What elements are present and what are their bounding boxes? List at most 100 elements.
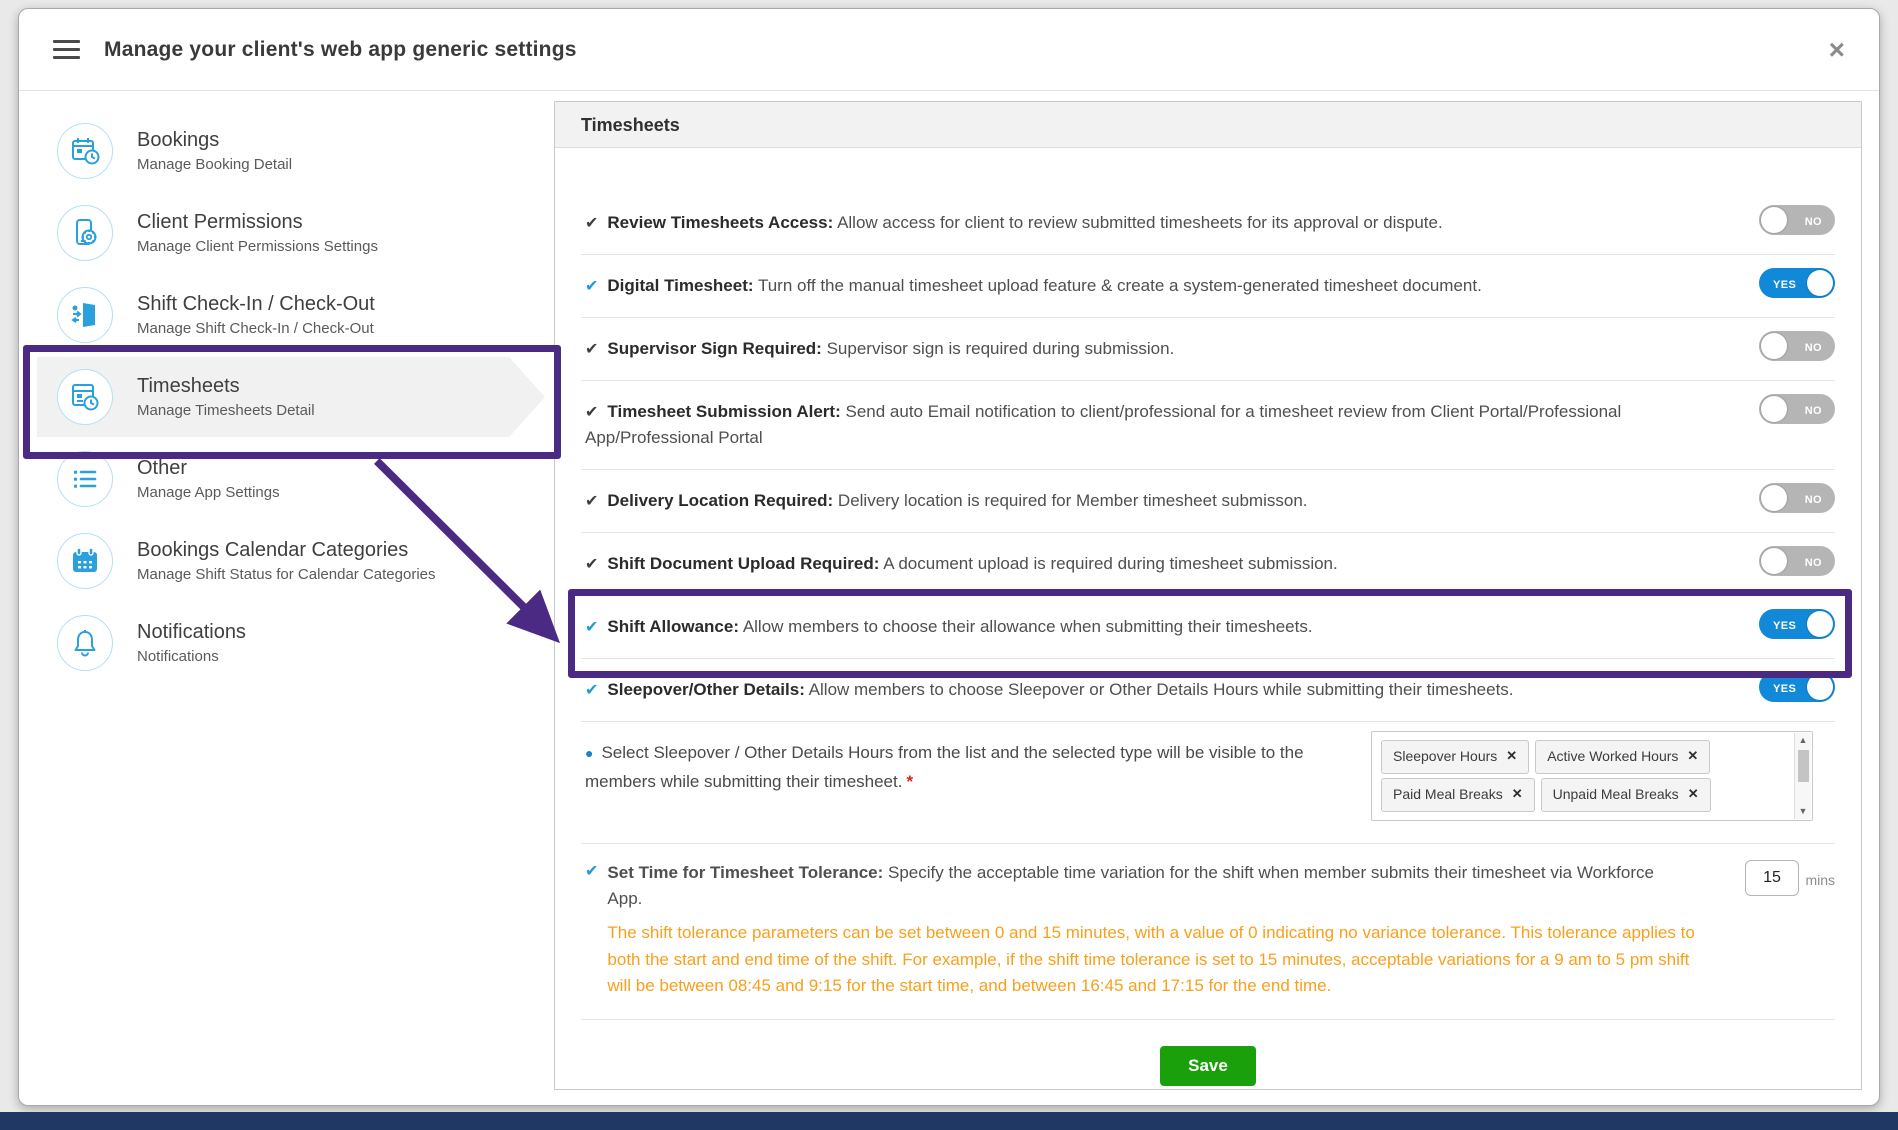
phone-gear-icon xyxy=(57,205,113,261)
sleepover-select-text: Select Sleepover / Other Details Hours f… xyxy=(585,742,1304,792)
sidebar-item-bookings[interactable]: Bookings Manage Booking Detail xyxy=(37,111,509,191)
tolerance-unit-label: mins xyxy=(1805,871,1835,888)
sidebar-item-bookings-calendar-categories[interactable]: Bookings Calendar Categories Manage Shift… xyxy=(37,521,509,601)
toggle-state-label: NO xyxy=(1804,405,1822,417)
sidebar-item-shift-check-in-check-out[interactable]: Shift Check-In / Check-Out Manage Shift C… xyxy=(37,275,509,355)
toggle-no[interactable]: NO xyxy=(1759,482,1835,513)
tag-remove-icon[interactable]: ✕ xyxy=(1688,783,1699,806)
toggle-knob xyxy=(1761,207,1787,233)
tag-remove-icon[interactable]: ✕ xyxy=(1687,745,1698,768)
setting-label: Supervisor Sign Required: xyxy=(607,339,822,358)
check-icon: ✔ xyxy=(585,341,599,358)
setting-row-delivery-location-required: ✔ Delivery Location Required: Delivery lo… xyxy=(581,470,1835,533)
setting-description: Allow members to choose their allowance … xyxy=(742,616,1313,636)
tolerance-minutes-input[interactable] xyxy=(1745,859,1799,896)
setting-description: Turn off the manual timesheet upload fea… xyxy=(757,276,1482,295)
toggle-state-label: YES xyxy=(1773,682,1797,695)
check-icon: ✔ xyxy=(585,404,599,421)
toggle-no[interactable]: NO xyxy=(1759,545,1835,576)
setting-row-sleepover-other-details: ✔ Sleepover/Other Details: Allow members … xyxy=(581,659,1835,722)
setting-label: Review Timesheets Access: xyxy=(607,213,834,232)
bullet-icon: ● xyxy=(585,744,594,761)
toggle-no[interactable]: NO xyxy=(1759,331,1835,361)
setting-description: A document upload is required during tim… xyxy=(883,553,1338,573)
toggle-yes[interactable]: YES xyxy=(1759,671,1835,702)
menu-icon[interactable] xyxy=(53,35,80,64)
tag-sleepover-hours: Sleepover Hours ✕ xyxy=(1381,739,1530,774)
tag-label: Paid Meal Breaks xyxy=(1393,786,1503,803)
sidebar-item-timesheets[interactable]: Timesheets Manage Timesheets Detail xyxy=(37,357,545,437)
setting-row-shift-document-upload-required: ✔ Shift Document Upload Required: A docum… xyxy=(581,533,1835,596)
calendar-clock-icon xyxy=(57,123,113,179)
tag-label: Sleepover Hours xyxy=(1393,748,1498,765)
sidebar-item-subtitle: Manage Booking Detail xyxy=(137,156,293,173)
toggle-yes[interactable]: YES xyxy=(1759,268,1835,298)
timesheets-panel: Timesheets ✔ Review Timesheets Access: Al… xyxy=(554,101,1862,1090)
close-icon[interactable]: × xyxy=(1829,35,1845,64)
setting-label: Timesheet Submission Alert: xyxy=(607,402,841,421)
setting-row-timesheet-submission-alert: ✔ Timesheet Submission Alert: Send auto E… xyxy=(581,381,1835,470)
setting-label: Delivery Location Required: xyxy=(607,490,834,510)
required-asterisk: * xyxy=(906,772,914,792)
toggle-state-label: NO xyxy=(1804,556,1822,569)
setting-row-shift-allowance: ✔ Shift Allowance: Allow members to choos… xyxy=(581,596,1835,659)
settings-modal: Manage your client's web app generic set… xyxy=(18,8,1880,1106)
toggle-state-label: NO xyxy=(1804,342,1822,354)
sidebar-item-subtitle: Manage Timesheets Detail xyxy=(137,402,315,419)
toggle-knob xyxy=(1761,484,1787,511)
toggle-knob xyxy=(1761,396,1787,422)
setting-label: Shift Allowance: xyxy=(607,616,740,636)
scrollbar-up-icon[interactable]: ▲ xyxy=(1795,733,1811,748)
setting-row-review-timesheets-access: ✔ Review Timesheets Access: Allow access … xyxy=(581,192,1835,255)
setting-label: Sleepover/Other Details: xyxy=(607,679,805,699)
calendar-solid-icon xyxy=(57,533,113,589)
tagbox-scrollbar[interactable]: ▲ ▼ xyxy=(1794,732,1811,819)
panel-body: ✔ Review Timesheets Access: Allow access … xyxy=(555,148,1861,1087)
sidebar-item-client-permissions[interactable]: Client Permissions Manage Client Permissi… xyxy=(37,193,509,273)
tag-remove-icon[interactable]: ✕ xyxy=(1512,783,1523,806)
toggle-knob xyxy=(1807,610,1833,637)
toggle-state-label: NO xyxy=(1804,216,1822,228)
tag-remove-icon[interactable]: ✕ xyxy=(1506,745,1517,768)
tag-label: Unpaid Meal Breaks xyxy=(1552,786,1679,803)
scrollbar-thumb[interactable] xyxy=(1797,749,1809,782)
tag-paid-meal-breaks: Paid Meal Breaks ✕ xyxy=(1381,777,1535,812)
timesheet-tolerance-row: ✔ Set Time for Timesheet Tolerance: Spec… xyxy=(581,844,1835,1021)
sidebar-item-notifications[interactable]: Notifications Notifications xyxy=(37,603,509,683)
bottom-navy-bar xyxy=(0,1112,1898,1130)
tag-unpaid-meal-breaks: Unpaid Meal Breaks ✕ xyxy=(1540,777,1711,812)
tolerance-note: The shift tolerance parameters can be se… xyxy=(607,923,1695,995)
sidebar-item-other[interactable]: Other Manage App Settings xyxy=(37,439,509,519)
setting-description: Delivery location is required for Member… xyxy=(837,490,1308,510)
sidebar-item-subtitle: Manage App Settings xyxy=(137,484,280,501)
setting-row-digital-timesheet: ✔ Digital Timesheet: Turn off the manual … xyxy=(581,255,1835,318)
sidebar-item-title: Other xyxy=(137,457,188,479)
setting-description: Allow access for client to review submit… xyxy=(837,213,1443,232)
tolerance-label: Set Time for Timesheet Tolerance: xyxy=(607,862,884,882)
setting-description: Supervisor sign is required during submi… xyxy=(826,339,1175,358)
toggle-knob xyxy=(1761,547,1787,574)
toggle-no[interactable]: NO xyxy=(1759,394,1835,424)
sidebar-item-title: Bookings xyxy=(137,129,220,151)
sidebar-item-title: Bookings Calendar Categories xyxy=(137,539,409,561)
sleepover-hours-multiselect[interactable]: Sleepover Hours ✕ Active Worked Hours ✕ Paid… xyxy=(1371,730,1813,821)
list-icon xyxy=(57,451,113,507)
toggle-state-label: NO xyxy=(1804,493,1822,506)
modal-header: Manage your client's web app generic set… xyxy=(19,9,1879,91)
toggle-state-label: YES xyxy=(1773,619,1797,632)
sidebar-item-subtitle: Manage Shift Status for Calendar Categor… xyxy=(137,566,436,583)
sidebar-item-title: Notifications xyxy=(137,621,246,643)
scrollbar-down-icon[interactable]: ▼ xyxy=(1795,804,1811,819)
sidebar-item-subtitle: Manage Shift Check-In / Check-Out xyxy=(137,320,374,337)
setting-label: Shift Document Upload Required: xyxy=(607,553,880,573)
sidebar-item-title: Shift Check-In / Check-Out xyxy=(137,293,375,315)
toggle-no[interactable]: NO xyxy=(1759,205,1835,235)
save-button[interactable]: Save xyxy=(1160,1046,1256,1087)
check-icon: ✔ xyxy=(585,278,599,295)
toggle-yes[interactable]: YES xyxy=(1759,608,1835,639)
tag-label: Active Worked Hours xyxy=(1547,748,1679,765)
tag-active-worked-hours: Active Worked Hours ✕ xyxy=(1535,739,1711,774)
toggle-knob xyxy=(1807,270,1833,296)
setting-description: Allow members to choose Sleepover or Oth… xyxy=(808,679,1514,699)
timesheet-clock-icon xyxy=(57,369,113,425)
